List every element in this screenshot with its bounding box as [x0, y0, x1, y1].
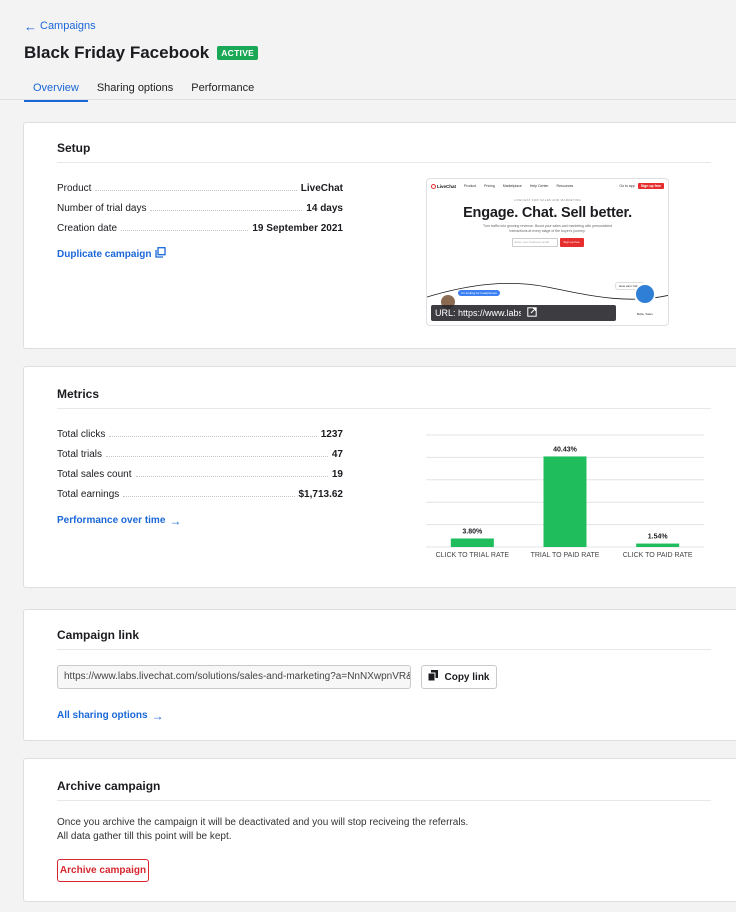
preview-nav: LiveChat Product Pricing Marketplace Hel… — [427, 179, 668, 193]
metrics-row-value: 19 — [331, 469, 343, 480]
preview-signup-nav: Sign up free — [637, 183, 664, 189]
preview-nav-item: Marketplace — [502, 184, 522, 188]
copy-icon — [155, 247, 167, 261]
preview-agent-name: Bella, Sales — [637, 312, 653, 316]
url-tooltip: URL: https://www.labs.livechat.com/solut… — [431, 305, 616, 321]
setup-row-trial-days: Number of trial days 14 days — [57, 200, 343, 214]
leader-dots — [106, 456, 328, 457]
chart-bar — [636, 543, 680, 547]
metrics-divider — [57, 408, 711, 409]
preview-sign-in: Go to app — [619, 184, 635, 188]
archive-description: Once you archive the campaign it will be… — [57, 817, 469, 842]
preview-chat-bubble: I'm looking for headphones — [458, 290, 500, 296]
all-sharing-label: All sharing options — [57, 710, 148, 721]
livechat-logo: LiveChat — [431, 183, 456, 189]
title-row: Black Friday Facebook ACTIVE — [24, 43, 259, 63]
url-tooltip-text: URL: https://www.labs.livechat.com/solut… — [435, 308, 521, 318]
preview-nav-item: Resources — [556, 184, 574, 188]
preview-nav-item: Pricing — [484, 184, 495, 188]
arrow-right-icon: → — [151, 708, 164, 723]
archive-divider — [57, 800, 711, 801]
leader-dots — [121, 230, 249, 231]
setup-row-value: 14 days — [306, 203, 343, 214]
campaign-url-field[interactable]: https://www.labs.livechat.com/solutions/… — [57, 665, 411, 689]
archive-campaign-button[interactable]: Archive campaign — [57, 859, 149, 882]
setup-row-key: Product — [57, 183, 92, 194]
setup-row-value: LiveChat — [300, 183, 343, 194]
preview-nav-item: Help Center — [529, 184, 549, 188]
metrics-title: Metrics — [57, 387, 100, 401]
all-sharing-options-link[interactable]: All sharing options → — [57, 708, 164, 723]
back-link[interactable]: ← Campaigns — [24, 18, 96, 34]
setup-row-creation-date: Creation date 19 September 2021 — [57, 220, 343, 234]
preview-text: Turn traffic into growing revenue. Boost… — [483, 224, 612, 233]
page-header: ← Campaigns Black Friday Facebook ACTIVE… — [0, 0, 736, 102]
preview-signup-button: Sign up free — [559, 238, 584, 247]
metrics-row-key: Total sales count — [57, 469, 132, 480]
metrics-row-value: 1237 — [320, 429, 343, 440]
copy-link-label: Copy link — [444, 671, 490, 683]
arrow-left-icon: ← — [24, 18, 37, 34]
metrics-row-key: Total trials — [57, 449, 103, 460]
campaign-link-title: Campaign link — [57, 628, 140, 642]
chart-category-label: TRIAL TO PAID RATE — [531, 552, 600, 559]
landing-page-preview[interactable]: LiveChat Product Pricing Marketplace Hel… — [426, 178, 669, 326]
preview-agent-avatar — [634, 283, 656, 305]
preview-form: Enter your business email Sign up free — [427, 238, 668, 247]
setup-row-key: Number of trial days — [57, 203, 147, 214]
setup-row-value: 19 September 2021 — [252, 223, 343, 234]
metrics-row-value: 47 — [331, 449, 343, 460]
chart-data-label: 1.54% — [648, 534, 669, 541]
chart-data-label: 40.43% — [553, 446, 578, 453]
tabs-divider — [0, 99, 736, 100]
archive-card: Archive campaign Once you archive the ca… — [23, 758, 736, 902]
campaign-link-divider — [57, 649, 711, 650]
setup-row-product: Product LiveChat — [57, 180, 343, 194]
setup-title: Setup — [57, 141, 91, 155]
metrics-row-total-clicks: Total clicks 1237 — [57, 426, 343, 440]
leader-dots — [123, 496, 295, 497]
setup-card: Setup Product LiveChat Number of trial d… — [23, 122, 736, 349]
preview-nav-actions: Go to app Sign up free — [619, 183, 664, 189]
performance-link-label: Performance over time — [57, 515, 166, 526]
archive-title: Archive campaign — [57, 779, 161, 793]
chart-bar — [543, 456, 587, 547]
metrics-row-total-earnings: Total earnings $1,713.62 — [57, 486, 343, 500]
page-title: Black Friday Facebook — [24, 43, 210, 62]
preview-headline: Engage. Chat. Sell better. — [463, 205, 632, 221]
arrow-right-icon: → — [169, 513, 182, 528]
rates-bar-chart: 3.80% CLICK TO TRIAL RATE 40.43% TRIAL TO P… — [426, 434, 704, 559]
back-link-label: Campaigns — [40, 20, 96, 32]
external-link-icon — [526, 307, 613, 319]
preview-nav-item: Product — [464, 184, 477, 188]
preview-email-input: Enter your business email — [511, 238, 558, 247]
performance-over-time-link[interactable]: Performance over time → — [57, 513, 182, 528]
metrics-row-total-sales: Total sales count 19 — [57, 466, 343, 480]
duplicate-label: Duplicate campaign — [57, 248, 152, 260]
copy-icon — [427, 670, 439, 684]
metrics-row-key: Total clicks — [57, 429, 106, 440]
chart-category-label: CLICK TO PAID RATE — [623, 552, 693, 559]
metrics-row-key: Total earnings — [57, 489, 120, 500]
leader-dots — [150, 210, 303, 211]
setup-divider — [57, 162, 711, 163]
leader-dots — [109, 436, 317, 437]
setup-row-key: Creation date — [57, 223, 118, 234]
metrics-card: Metrics Total clicks 1237 Total trials 4… — [23, 366, 736, 588]
chart-data-label: 3.80% — [462, 528, 483, 535]
leader-dots — [95, 190, 297, 191]
duplicate-campaign-link[interactable]: Duplicate campaign — [57, 247, 167, 261]
preview-subheading: LIVECHAT FOR SALES AND MARKETING — [513, 198, 582, 202]
leader-dots — [135, 476, 328, 477]
metrics-row-value: $1,713.62 — [298, 489, 344, 500]
metrics-row-total-trials: Total trials 47 — [57, 446, 343, 460]
copy-link-button[interactable]: Copy link — [421, 665, 497, 689]
campaign-link-card: Campaign link https://www.labs.livechat.… — [23, 609, 736, 741]
status-badge: ACTIVE — [217, 46, 259, 60]
chart-bar — [450, 538, 494, 547]
chart-category-label: CLICK TO TRIAL RATE — [436, 552, 510, 559]
